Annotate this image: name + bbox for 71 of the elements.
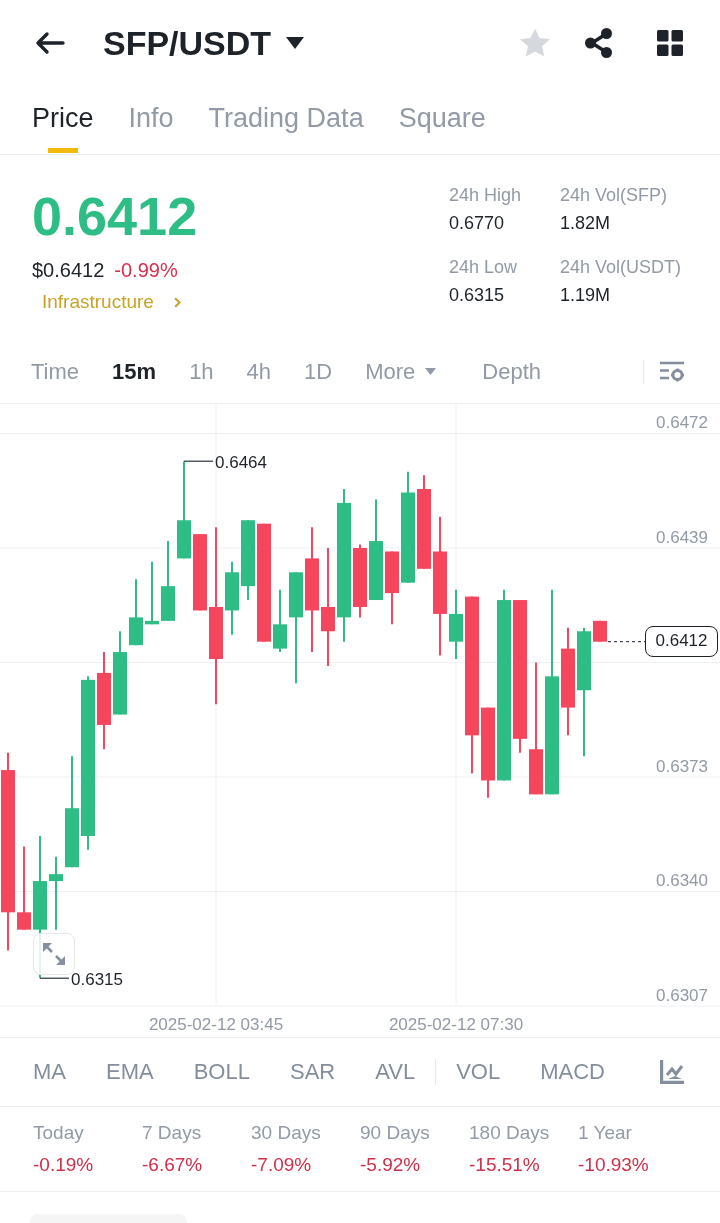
price-usd: $0.6412 <box>32 258 105 282</box>
period-change: -0.19% <box>33 1153 95 1177</box>
stat-value: 1.19M <box>560 284 612 306</box>
expand-button[interactable] <box>33 933 75 975</box>
stat-label: 24h High <box>449 184 523 206</box>
indicator-option[interactable]: MACD <box>540 1058 605 1086</box>
indicator-option[interactable]: MA <box>33 1058 66 1086</box>
price-axis-label: 0.6373 <box>656 757 708 776</box>
caret-down-icon <box>286 36 305 49</box>
indicator-option[interactable]: VOL <box>456 1058 501 1086</box>
last-price: 0.6412 <box>32 186 198 246</box>
interval-tab[interactable]: Depth <box>482 357 542 386</box>
line-chart-icon[interactable] <box>660 1060 684 1084</box>
indicator-option[interactable]: SAR <box>289 1058 336 1086</box>
candle <box>593 619 607 643</box>
price-axis-label: 0.6307 <box>656 986 708 1005</box>
leader-line <box>39 977 70 979</box>
period-label: 1 Year <box>578 1121 633 1145</box>
last-price-line <box>607 641 646 643</box>
low-price-label: 0.6315 <box>71 969 123 989</box>
time-axis-label: 2025-02-12 03:45 <box>148 1015 284 1034</box>
stat-value: 0.6770 <box>449 212 506 234</box>
period-label: 30 Days <box>251 1121 322 1145</box>
period-label: 7 Days <box>142 1121 203 1145</box>
high-price-label: 0.6464 <box>215 452 267 472</box>
candle <box>129 578 143 647</box>
price-axis-label: 0.6472 <box>656 413 708 433</box>
star-icon[interactable] <box>520 28 550 57</box>
period-change: -5.92% <box>360 1153 422 1177</box>
category-link[interactable]: Infrastructure <box>42 291 181 313</box>
candle <box>273 588 287 654</box>
period-change: -6.67% <box>142 1153 204 1177</box>
interval-tab[interactable]: 1D <box>304 357 333 386</box>
tab[interactable]: Info <box>128 85 174 154</box>
interval-tab[interactable]: More <box>365 357 437 386</box>
candle <box>145 560 159 626</box>
interval-tab[interactable]: Time <box>31 357 80 386</box>
pair-selector[interactable]: SFP/USDT <box>103 22 305 63</box>
chart-settings-icon[interactable] <box>660 361 684 382</box>
indicator-option[interactable]: AVL <box>375 1058 416 1086</box>
price-axis-label: 0.6340 <box>656 871 708 891</box>
period-label: 180 Days <box>469 1121 551 1145</box>
indicator-option[interactable]: EMA <box>106 1058 154 1086</box>
stat-value: 1.82M <box>560 212 612 234</box>
expand-arrows-icon <box>43 943 65 965</box>
period-label: Today <box>33 1121 85 1145</box>
period-change: -15.51% <box>469 1153 541 1177</box>
tab[interactable]: Price <box>32 85 94 154</box>
period-change: -10.93% <box>578 1153 650 1177</box>
stat-label: 24h Vol(SFP) <box>560 184 669 206</box>
chevron-right-icon <box>173 296 181 308</box>
stat-value: 0.6315 <box>449 284 506 306</box>
stat-label: 24h Vol(USDT) <box>560 256 683 278</box>
interval-tab[interactable]: 1h <box>189 357 214 386</box>
tab[interactable]: Square <box>398 85 486 154</box>
last-price-tag: 0.6412 <box>645 626 718 658</box>
interval-tab[interactable]: 4h <box>246 357 272 386</box>
interval-tab[interactable]: 15m <box>112 357 157 386</box>
share-icon[interactable] <box>585 27 613 58</box>
time-axis-label: 2025-02-12 07:30 <box>388 1015 524 1034</box>
stat-label: 24h Low <box>449 256 519 278</box>
caret-down-icon <box>425 368 437 375</box>
period-change: -7.09% <box>251 1153 313 1177</box>
indicator-option[interactable]: BOLL <box>193 1058 250 1086</box>
price-change: -0.99% <box>114 258 178 282</box>
arrow-left-icon[interactable] <box>35 30 65 55</box>
tab[interactable]: Trading Data <box>208 85 364 154</box>
period-label: 90 Days <box>360 1121 431 1145</box>
leader-line <box>183 460 214 462</box>
price-axis-label: 0.6439 <box>656 528 708 547</box>
grid-icon[interactable] <box>657 29 683 56</box>
